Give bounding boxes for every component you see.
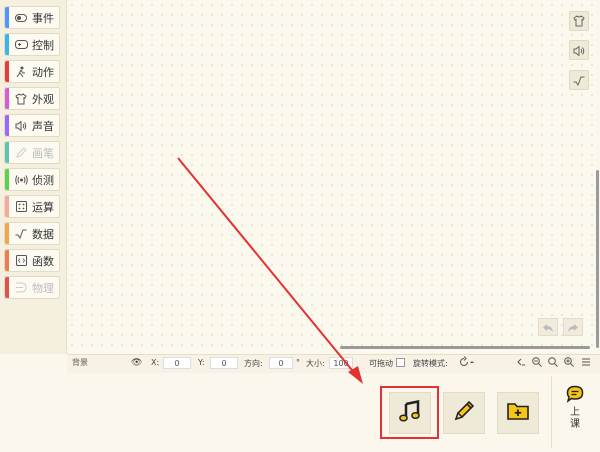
sensor-icon [14, 173, 28, 187]
category-data[interactable]: 数据 [4, 222, 60, 245]
undo-icon [542, 318, 554, 337]
costume-button[interactable] [569, 11, 589, 31]
undo-button[interactable] [538, 318, 558, 336]
direction-label: 方向: [244, 359, 263, 368]
category-sound[interactable]: 声音 [4, 114, 60, 137]
class-button[interactable]: 上 课 [560, 385, 590, 441]
sprite-name-field[interactable]: 背景 [69, 357, 131, 369]
sound-button[interactable] [569, 40, 589, 60]
category-label: 控制 [32, 38, 54, 52]
zoom-out-icon[interactable] [532, 357, 542, 369]
category-label: 声音 [32, 119, 54, 133]
horizontal-scrollbar[interactable] [340, 346, 590, 349]
zoom-reset-icon[interactable] [548, 357, 558, 369]
category-motion[interactable]: 动作 [4, 60, 60, 83]
zoom-in-icon[interactable] [564, 357, 574, 369]
category-color-bar [5, 115, 9, 136]
category-operators[interactable]: 运算 [4, 195, 60, 218]
category-color-bar [5, 7, 9, 28]
category-events[interactable]: 事件 [4, 6, 60, 29]
size-input[interactable]: 100 [329, 357, 353, 369]
category-label: 动作 [32, 65, 54, 79]
category-label: 侦测 [32, 173, 54, 187]
category-looks[interactable]: 外观 [4, 87, 60, 110]
category-color-bar [5, 196, 9, 217]
eye-icon[interactable]: 👁 [131, 358, 142, 368]
folder-add-icon [507, 401, 529, 425]
data-icon [573, 71, 585, 90]
category-color-bar [5, 34, 9, 55]
pencil-icon [452, 399, 476, 427]
category-label: 数据 [32, 227, 54, 241]
toggle-icon [14, 11, 28, 25]
category-label: 外观 [32, 92, 54, 106]
direction-input[interactable]: 0 [269, 357, 293, 369]
y-input[interactable]: 0 [210, 357, 238, 369]
x-input[interactable]: 0 [163, 357, 191, 369]
category-physics[interactable]: 物理 [4, 276, 60, 299]
category-label: 函数 [32, 254, 54, 268]
stage-canvas[interactable] [67, 0, 597, 354]
gamepad-icon [14, 38, 28, 52]
size-label: 大小: [306, 359, 325, 368]
upload-folder-button[interactable] [497, 392, 539, 434]
category-functions[interactable]: 函数 [4, 249, 60, 272]
physics-icon [14, 281, 28, 295]
tray-divider [551, 376, 552, 448]
class-label-top: 上 [570, 407, 580, 418]
redo-button[interactable] [563, 318, 583, 336]
collapse-icon[interactable] [516, 357, 526, 369]
redo-icon [567, 318, 579, 337]
speaker-icon [14, 119, 28, 133]
category-color-bar [5, 223, 9, 244]
rotation-mode-select[interactable] [458, 356, 474, 370]
category-color-bar [5, 88, 9, 109]
rotation-mode-label: 旋转模式: [413, 359, 448, 368]
runner-icon [14, 65, 28, 79]
pen-icon [14, 146, 28, 160]
category-color-bar [5, 142, 9, 163]
draggable-checkbox[interactable] [396, 358, 405, 367]
sprite-property-bar: 背景 👁 X: 0 Y: 0 方向: 0 ° 大小: 100 可拖动 旋转模式: [67, 354, 600, 374]
category-control[interactable]: 控制 [4, 33, 60, 56]
vertical-scrollbar[interactable] [596, 170, 599, 348]
menu-icon[interactable] [581, 357, 591, 369]
category-color-bar [5, 61, 9, 82]
shirt-icon [573, 12, 585, 31]
y-label: Y: [198, 358, 205, 367]
data-icon [14, 227, 28, 241]
function-icon [14, 254, 28, 268]
category-color-bar [5, 277, 9, 298]
x-label: X: [151, 358, 160, 367]
category-pen[interactable]: 画笔 [4, 141, 60, 164]
category-color-bar [5, 169, 9, 190]
shirt-icon [14, 92, 28, 106]
calc-icon [14, 200, 28, 214]
category-label: 物理 [32, 281, 54, 295]
degree-symbol: ° [296, 358, 300, 367]
category-label: 事件 [32, 11, 54, 25]
highlight-box [380, 386, 439, 439]
chat-bubble-icon [566, 385, 584, 407]
draggable-label: 可拖动 [369, 359, 393, 368]
category-label: 运算 [32, 200, 54, 214]
category-color-bar [5, 250, 9, 271]
category-sensing[interactable]: 侦测 [4, 168, 60, 191]
class-label-bottom: 课 [570, 419, 580, 430]
paint-button[interactable] [443, 392, 485, 434]
category-label: 画笔 [32, 146, 54, 160]
speaker-icon [573, 41, 585, 60]
block-palette: 事件 控制 动作 外观 声音 画笔 侦测 运算 数据 函数 物理 [0, 0, 67, 354]
variable-button[interactable] [569, 70, 589, 90]
